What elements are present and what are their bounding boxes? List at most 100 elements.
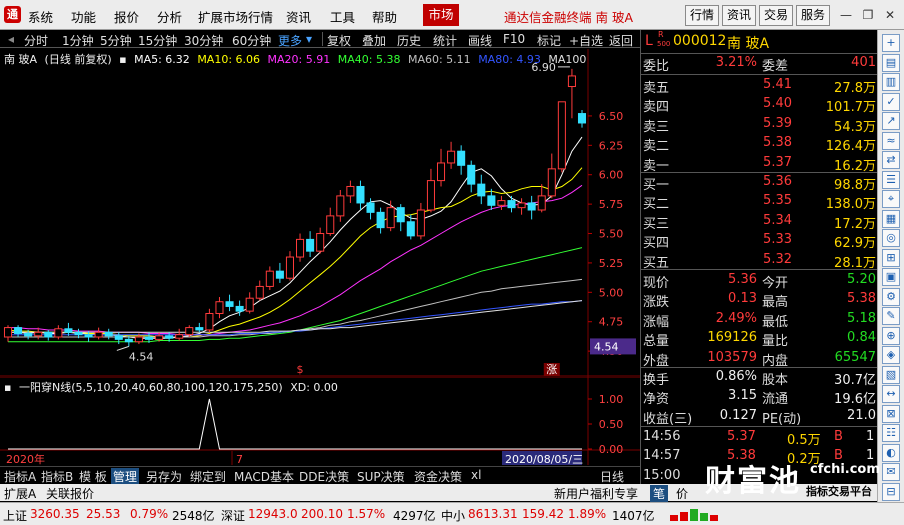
candle[interactable] [245,292,254,314]
service-button[interactable]: 服务 [796,5,830,26]
candle[interactable] [396,204,405,232]
bid-row[interactable]: 买四 5.33 62.9万 [641,231,878,251]
ask-price[interactable]: 5.40 [763,96,792,111]
tab-manage[interactable]: 管理 [111,468,140,485]
candle[interactable] [426,168,435,213]
candle[interactable] [195,322,204,333]
side-tool-icon[interactable]: ◐ [882,443,900,462]
side-tool-icon[interactable]: ▣ [882,268,900,286]
ask-price[interactable]: 5.41 [763,77,792,92]
more-dropdown-icon[interactable]: ▾ [306,32,312,46]
menu-analysis[interactable]: 分析 [157,7,182,26]
bid-price[interactable]: 5.35 [763,193,792,208]
menu-tools[interactable]: 工具 [330,7,355,26]
sh-index-label[interactable]: 上证 [3,507,27,524]
side-tool-icon[interactable]: ⊠ [882,404,900,423]
bid-row[interactable]: 买三 5.34 17.2万 [641,212,878,232]
candle[interactable] [336,190,345,222]
candle[interactable] [275,262,284,283]
bid-price[interactable]: 5.32 [763,252,792,267]
period-label[interactable]: 日线 [600,468,624,485]
candle[interactable] [547,153,556,199]
candle[interactable] [386,200,395,232]
ask-price[interactable]: 5.39 [763,116,792,131]
bid-price[interactable]: 5.34 [763,213,792,228]
period-30min[interactable]: 30分钟 [184,32,223,49]
ask-row[interactable]: 卖一 5.37 16.2万 [641,154,878,174]
tab-deal[interactable]: 笔 [650,485,669,502]
side-tool-icon[interactable]: ⊕ [882,326,900,345]
candle[interactable] [14,325,23,338]
kline-chart[interactable]: 6.506.256.005.755.505.255.004.754.506.90… [0,49,640,377]
candle[interactable] [215,297,224,319]
candle[interactable] [316,227,325,254]
side-tool-icon[interactable]: ☷ [882,424,900,442]
side-tool-icon[interactable]: ▦ [882,209,900,228]
side-tool-icon[interactable]: ▧ [882,365,900,384]
side-tool-icon[interactable]: ⊞ [882,248,900,267]
adjust-button[interactable]: 复权 [327,32,351,49]
side-tool-icon[interactable]: ✎ [882,307,900,325]
side-tool-icon[interactable]: ☰ [882,170,900,189]
ask-row[interactable]: 卖四 5.40 101.7万 [641,95,878,115]
quote-button[interactable]: 行情 [685,5,719,26]
promo-link[interactable]: 新用户福利专享 [554,485,638,502]
tab-price[interactable]: 价 [676,485,688,502]
ask-row[interactable]: 卖二 5.38 126.4万 [641,134,878,154]
tab-extension-a[interactable]: 扩展A [4,485,36,502]
ask-row[interactable]: 卖五 5.41 27.8万 [641,76,878,96]
candle[interactable] [265,266,274,290]
candle[interactable] [346,180,355,203]
menu-news[interactable]: 资讯 [286,7,311,26]
draw-button[interactable]: 画线 [468,32,492,49]
sz-index-label[interactable]: 深证 [221,507,245,524]
candle[interactable] [467,160,476,193]
candle[interactable] [255,280,264,301]
candle[interactable] [175,328,184,341]
mark-button[interactable]: 标记 [537,32,561,49]
candle[interactable] [326,207,335,236]
restore-icon[interactable]: ❐ [860,7,876,23]
indicator-settings-icon[interactable]: ▪ [4,381,11,394]
side-tool-icon[interactable]: + [882,34,900,52]
candle[interactable] [94,327,103,340]
news-button[interactable]: 资讯 [722,5,756,26]
period-intraday[interactable]: 分时 [24,32,48,49]
trade-button[interactable]: 交易 [759,5,793,26]
side-tool-icon[interactable]: ⚙ [882,287,900,306]
side-tool-icon[interactable]: ▤ [882,53,900,72]
side-tool-icon[interactable]: ▥ [882,73,900,91]
side-tool-icon[interactable]: ◎ [882,229,900,247]
f10-button[interactable]: F10 [503,32,525,46]
history-button[interactable]: 历史 [397,32,421,49]
tab-sup[interactable]: SUP决策 [357,468,405,485]
candle[interactable] [447,141,456,169]
chart-marker[interactable]: $ [297,363,304,376]
indicator-chart[interactable]: 1.00 0.50 0.00 2020年 7 2020/08/05/三 ▪ 一阳穿N线(5… [0,376,640,466]
side-tool-icon[interactable]: ⊟ [882,482,900,501]
bid-row[interactable]: 买一 5.36 98.8万 [641,173,878,193]
candle[interactable] [436,148,446,187]
chart-marker[interactable]: 涨 [546,363,557,376]
ask-price[interactable]: 5.37 [763,155,792,170]
tab-template[interactable]: 模 板 [79,468,107,485]
bid-row[interactable]: 买五 5.32 28.1万 [641,251,878,271]
candle[interactable] [44,329,53,341]
candle[interactable] [527,195,536,220]
candle[interactable] [104,328,113,340]
legend-settings-icon[interactable]: ▪ [119,53,126,66]
period-15min[interactable]: 15分钟 [138,32,177,49]
stats-button[interactable]: 统计 [433,32,457,49]
ask-price[interactable]: 5.38 [763,135,792,150]
tab-xl[interactable]: xl [471,468,481,482]
menu-help[interactable]: 帮助 [372,7,397,26]
candle[interactable] [225,294,234,312]
period-1min[interactable]: 1分钟 [62,32,94,49]
candle[interactable] [567,68,576,119]
bid-price[interactable]: 5.36 [763,174,792,189]
candle[interactable] [54,325,63,340]
candle[interactable] [205,308,214,333]
side-tool-icon[interactable]: ≈ [882,131,900,150]
tab-fund[interactable]: 资金决策 [414,468,462,485]
bid-price[interactable]: 5.33 [763,232,792,247]
